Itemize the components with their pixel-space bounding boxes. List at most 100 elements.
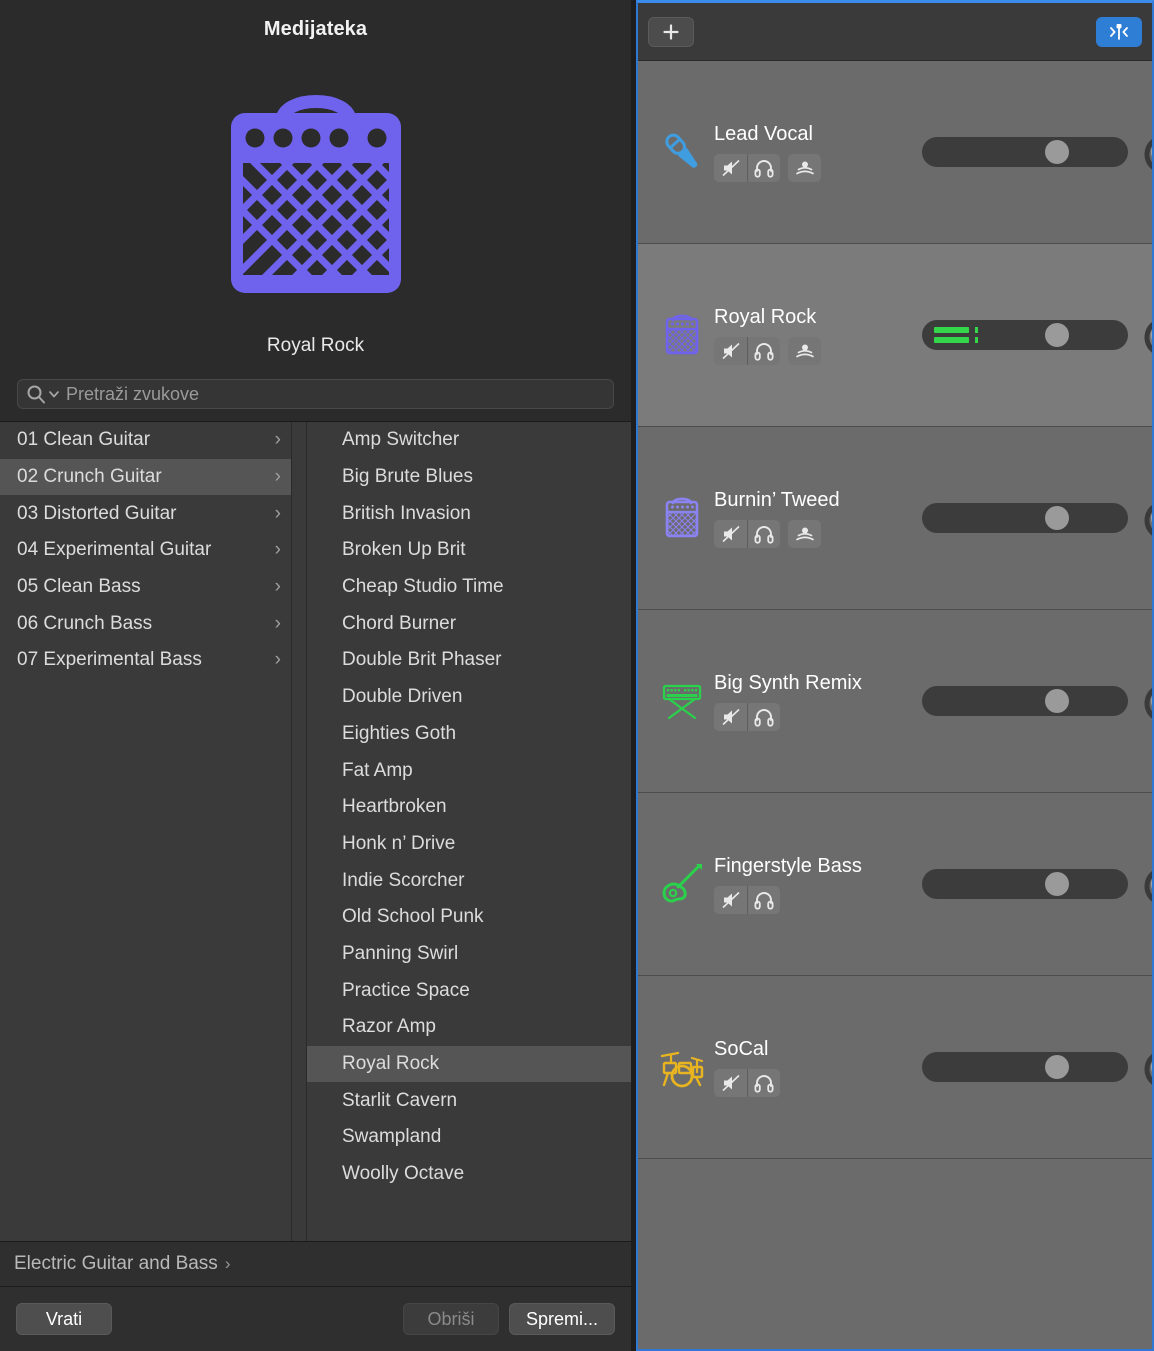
patch-row[interactable]: Razor Amp — [307, 1009, 631, 1046]
category-row[interactable]: 01 Clean Guitar› — [0, 422, 291, 459]
category-row[interactable]: 03 Distorted Guitar› — [0, 495, 291, 532]
patch-row[interactable]: Chord Burner — [307, 605, 631, 642]
volume-slider-thumb[interactable] — [1045, 506, 1069, 530]
patch-row[interactable]: Indie Scorcher — [307, 862, 631, 899]
volume-slider[interactable] — [922, 503, 1128, 533]
patch-label: Double Brit Phaser — [342, 649, 621, 671]
patch-row[interactable]: Broken Up Brit — [307, 532, 631, 569]
solo-button[interactable] — [747, 1069, 780, 1097]
add-track-button[interactable] — [648, 17, 694, 47]
mute-button[interactable] — [714, 337, 747, 365]
pan-knob[interactable] — [1142, 679, 1152, 723]
patch-row[interactable]: Eighties Goth — [307, 716, 631, 753]
mute-button[interactable] — [714, 520, 747, 548]
volume-slider[interactable] — [922, 320, 1128, 350]
volume-slider-thumb[interactable] — [1045, 323, 1069, 347]
patch-row[interactable]: Fat Amp — [307, 752, 631, 789]
patch-row[interactable]: Big Brute Blues — [307, 459, 631, 496]
patch-row[interactable]: Honk n’ Drive — [307, 826, 631, 863]
volume-slider-thumb[interactable] — [1045, 689, 1069, 713]
solo-button[interactable] — [747, 337, 780, 365]
volume-slider-thumb[interactable] — [1045, 140, 1069, 164]
volume-slider[interactable] — [922, 869, 1128, 899]
volume-slider-thumb[interactable] — [1045, 872, 1069, 896]
pan-knob-wrap[interactable] — [1142, 1045, 1152, 1089]
column-divider — [292, 422, 307, 1241]
category-row[interactable]: 06 Crunch Bass› — [0, 605, 291, 642]
track-name[interactable]: Lead Vocal — [714, 123, 914, 146]
track-row[interactable]: Big Synth Remix — [638, 610, 1152, 793]
track-name[interactable]: Burnin’ Tweed — [714, 489, 914, 512]
patch-row[interactable]: Old School Punk — [307, 899, 631, 936]
patch-label: Big Brute Blues — [342, 466, 621, 488]
mute-button[interactable] — [714, 154, 747, 182]
breadcrumb[interactable]: Electric Guitar and Bass › — [0, 1241, 631, 1287]
pan-knob-wrap[interactable] — [1142, 496, 1152, 540]
input-monitor-button[interactable] — [788, 154, 821, 182]
solo-button[interactable] — [747, 886, 780, 914]
patch-column[interactable]: Amp Switcher Big Brute Blues British Invas… — [307, 422, 631, 1241]
drum-kit-icon — [658, 1043, 706, 1091]
track-name[interactable]: Royal Rock — [714, 306, 914, 329]
patch-row[interactable]: Panning Swirl — [307, 936, 631, 973]
track-name[interactable]: Fingerstyle Bass — [714, 855, 914, 878]
patch-row[interactable]: British Invasion — [307, 495, 631, 532]
track-rows-container[interactable]: Lead Vocal — [638, 61, 1152, 1179]
volume-slider[interactable] — [922, 686, 1128, 716]
track-row[interactable]: Burnin’ Tweed — [638, 427, 1152, 610]
tuner-button[interactable] — [1096, 17, 1142, 47]
patch-row[interactable]: Double Driven — [307, 679, 631, 716]
patch-row[interactable]: Royal Rock — [307, 1046, 631, 1083]
volume-slider-thumb[interactable] — [1045, 1055, 1069, 1079]
revert-button[interactable]: Vrati — [16, 1303, 112, 1335]
patch-label: Honk n’ Drive — [342, 833, 621, 855]
patch-row[interactable]: Amp Switcher — [307, 422, 631, 459]
category-row[interactable]: 05 Clean Bass› — [0, 569, 291, 606]
delete-button: Obriši — [403, 1303, 499, 1335]
chevron-right-icon: › — [275, 613, 281, 635]
save-button[interactable]: Spremi... — [509, 1303, 615, 1335]
pan-knob-wrap[interactable] — [1142, 130, 1152, 174]
mute-button[interactable] — [714, 703, 747, 731]
solo-button[interactable] — [747, 154, 780, 182]
category-row[interactable]: 07 Experimental Bass› — [0, 642, 291, 679]
pan-knob-wrap[interactable] — [1142, 679, 1152, 723]
track-row[interactable]: SoCal — [638, 976, 1152, 1159]
pan-knob-wrap[interactable] — [1142, 313, 1152, 357]
mute-icon — [720, 706, 742, 728]
category-column[interactable]: 01 Clean Guitar›02 Crunch Guitar›03 Dist… — [0, 422, 292, 1241]
patch-row[interactable]: Heartbroken — [307, 789, 631, 826]
patch-row[interactable]: Practice Space — [307, 972, 631, 1009]
pan-knob[interactable] — [1142, 1045, 1152, 1089]
category-row[interactable]: 02 Crunch Guitar› — [0, 459, 291, 496]
patch-row[interactable]: Woolly Octave — [307, 1156, 631, 1193]
mute-button[interactable] — [714, 1069, 747, 1097]
track-row[interactable]: Lead Vocal — [638, 61, 1152, 244]
input-monitor-button[interactable] — [788, 520, 821, 548]
patch-label: Woolly Octave — [342, 1163, 621, 1185]
pan-knob[interactable] — [1142, 496, 1152, 540]
pan-knob[interactable] — [1142, 130, 1152, 174]
patch-label: Indie Scorcher — [342, 870, 621, 892]
patch-row[interactable]: Starlit Cavern — [307, 1082, 631, 1119]
solo-button[interactable] — [747, 520, 780, 548]
track-name[interactable]: SoCal — [714, 1038, 914, 1061]
solo-button[interactable] — [747, 703, 780, 731]
chevron-down-icon[interactable] — [48, 388, 60, 400]
pan-knob-wrap[interactable] — [1142, 862, 1152, 906]
pan-knob[interactable] — [1142, 313, 1152, 357]
mute-button[interactable] — [714, 886, 747, 914]
patch-row[interactable]: Cheap Studio Time — [307, 569, 631, 606]
pan-knob[interactable] — [1142, 862, 1152, 906]
volume-slider[interactable] — [922, 137, 1128, 167]
headphones-icon — [753, 889, 775, 911]
patch-row[interactable]: Double Brit Phaser — [307, 642, 631, 679]
track-row[interactable]: Royal Rock — [638, 244, 1152, 427]
track-row[interactable]: Fingerstyle Bass — [638, 793, 1152, 976]
input-monitor-button[interactable] — [788, 337, 821, 365]
category-row[interactable]: 04 Experimental Guitar› — [0, 532, 291, 569]
volume-slider[interactable] — [922, 1052, 1128, 1082]
patch-row[interactable]: Swampland — [307, 1119, 631, 1156]
search-input[interactable]: Pretraži zvukove — [17, 379, 614, 409]
track-name[interactable]: Big Synth Remix — [714, 672, 914, 695]
